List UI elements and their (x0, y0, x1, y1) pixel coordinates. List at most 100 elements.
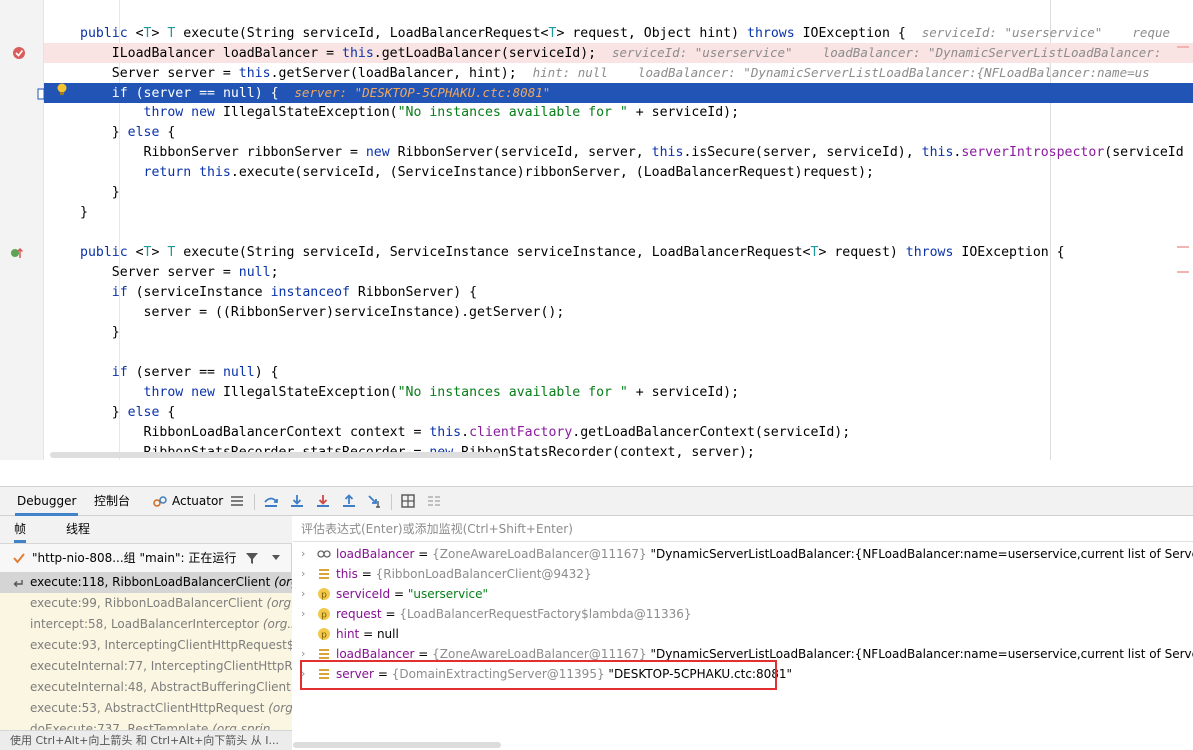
code-token: > (151, 245, 168, 260)
watch-icon (317, 550, 331, 558)
scrollbar-marker[interactable] (1177, 46, 1189, 48)
tab-console[interactable]: 控制台 (92, 487, 132, 516)
field-icon (319, 569, 329, 579)
variable-row[interactable]: › p serviceId = "userservice" (293, 584, 1193, 604)
frame-item[interactable]: execute:118, RibbonLoadBalancerClient (o… (0, 572, 292, 593)
evaluate-expression-icon[interactable] (400, 493, 416, 509)
code-line[interactable]: } else { (44, 403, 1193, 423)
code-token: ILoadBalancer loadBalancer = (80, 46, 343, 61)
code-token: { (167, 125, 176, 140)
code-token: execute(String serviceId, ServiceInstanc… (175, 245, 811, 260)
expand-arrow-icon[interactable]: › (301, 604, 305, 624)
code-line[interactable]: if (serviceInstance instanceof RibbonSer… (44, 283, 1193, 303)
code-editor[interactable]: public <T> T execute(String serviceId, L… (0, 0, 1193, 460)
scrollbar-marker[interactable] (1177, 246, 1189, 248)
code-token: (server == (135, 365, 223, 380)
debug-toolbar: Debugger 控制台 Actuator (0, 486, 1193, 516)
variable-row[interactable]: › loadBalancer = {ZoneAwareLoadBalancer@1… (293, 544, 1193, 564)
tab-frames[interactable]: 帧 (14, 516, 27, 543)
expand-arrow-icon[interactable]: › (301, 584, 305, 604)
frame-item[interactable]: execute:53, AbstractClientHttpRequest (o… (0, 698, 292, 719)
code-line[interactable]: RibbonServer ribbonServer = new RibbonSe… (44, 143, 1193, 163)
editor-horizontal-scrollbar[interactable] (50, 452, 500, 458)
code-token: RibbonServer) { (357, 285, 478, 300)
tab-debugger[interactable]: Debugger (15, 487, 79, 516)
code-line[interactable]: public <T> T execute(String serviceId, S… (44, 243, 1193, 263)
code-token: > request, Object hint) (556, 26, 748, 41)
frame-method: execute:53, AbstractClientHttpRequest (30, 701, 265, 715)
frame-item[interactable]: execute:93, InterceptingClientHttpReques… (0, 635, 292, 656)
code-token: throw new (143, 105, 223, 120)
code-token: .getLoadBalancer(serviceId); (373, 46, 612, 61)
code-token: } (80, 205, 88, 220)
frame-item[interactable]: executeInternal:77, InterceptingClientHt… (0, 656, 292, 677)
intention-bulb-icon[interactable] (55, 82, 69, 96)
code-line[interactable]: throw new IllegalStateException("No inst… (44, 383, 1193, 403)
step-over-icon[interactable] (263, 493, 279, 509)
code-line[interactable]: } (44, 323, 1193, 343)
code-line[interactable]: server = ((RibbonServer)serviceInstance)… (44, 303, 1193, 323)
code-token: throws (905, 245, 962, 260)
variable-row[interactable]: › p request = {LoadBalancerRequestFactory$… (293, 604, 1193, 624)
editor-gutter[interactable] (0, 0, 45, 460)
run-to-cursor-icon[interactable] (367, 493, 383, 509)
code-line[interactable]: RibbonLoadBalancerContext context = this… (44, 423, 1193, 443)
frame-package: (org.s (274, 575, 292, 589)
code-token: this (651, 145, 684, 160)
tab-actuator[interactable]: Actuator (170, 487, 225, 516)
code-token: IOException { (961, 245, 1065, 260)
chevron-down-icon[interactable] (271, 554, 281, 562)
variable-name: loadBalancer (336, 647, 415, 661)
code-token: serviceId: "userservice" loadBalancer: "… (611, 45, 1162, 60)
code-line[interactable]: } else { (44, 123, 1193, 143)
code-line[interactable]: if (server == null) { (44, 363, 1193, 383)
frame-item[interactable]: executeInternal:48, AbstractBufferingCli… (0, 677, 292, 698)
override-icon[interactable] (10, 246, 24, 260)
code-line[interactable]: Server server = null; (44, 263, 1193, 283)
code-token: } (80, 325, 120, 340)
code-token: serverIntrospector (961, 145, 1105, 160)
code-token: if (111, 86, 136, 101)
code-token: > (151, 26, 168, 41)
variable-row[interactable]: › this = {RibbonLoadBalancerClient@9432} (293, 564, 1193, 584)
code-line[interactable]: ILoadBalancer loadBalancer = this.getLoa… (44, 43, 1193, 63)
frame-item[interactable]: intercept:58, LoadBalancerInterceptor (o… (0, 614, 292, 635)
force-step-into-icon[interactable] (315, 493, 331, 509)
filter-icon[interactable] (245, 551, 259, 565)
frame-item[interactable]: execute:99, RibbonLoadBalancerClient (or… (0, 593, 292, 614)
trace-icon[interactable] (426, 493, 442, 509)
variable-value: "DynamicServerListLoadBalancer:{NFLoadBa… (650, 647, 1193, 661)
expand-arrow-icon[interactable]: › (301, 564, 305, 584)
code-line[interactable]: } (44, 203, 1193, 223)
thread-selector[interactable]: "http-nio-808...组 "main": 正在运行 (0, 546, 292, 570)
code-line[interactable]: public <T> T execute(String serviceId, L… (44, 23, 1193, 43)
code-line[interactable]: throw new IllegalStateException("No inst… (44, 103, 1193, 123)
code-token: new (365, 145, 398, 160)
variable-text: this = {RibbonLoadBalancerClient@9432} (336, 567, 592, 581)
code-area[interactable]: public <T> T execute(String serviceId, L… (44, 0, 1193, 460)
variable-row[interactable]: p hint = null (293, 624, 1193, 644)
code-line[interactable] (44, 223, 1193, 243)
menu-icon[interactable] (229, 493, 245, 509)
step-out-icon[interactable] (341, 493, 357, 509)
variables-horizontal-scrollbar[interactable] (293, 742, 501, 748)
code-line[interactable]: } (44, 183, 1193, 203)
tab-threads[interactable]: 线程 (66, 516, 90, 543)
code-line[interactable]: return this.execute(serviceId, (ServiceI… (44, 163, 1193, 183)
variable-name: hint (336, 627, 360, 641)
code-line[interactable] (44, 343, 1193, 363)
return-arrow-icon (13, 580, 23, 587)
scrollbar-marker[interactable] (1177, 271, 1189, 273)
code-token: "No instances available for " (397, 105, 628, 120)
code-token: null (238, 265, 271, 280)
code-line[interactable]: if (server == null) { server: "DESKTOP-5… (44, 83, 1193, 103)
code-line[interactable]: Server server = this.getServer(loadBalan… (44, 63, 1193, 83)
evaluate-expression-input[interactable]: 评估表达式(Enter)或添加监视(Ctrl+Shift+Enter) (293, 516, 1193, 542)
check-icon (13, 553, 25, 564)
step-into-icon[interactable] (289, 493, 305, 509)
expand-arrow-icon[interactable]: › (301, 544, 305, 564)
breakpoint-icon[interactable] (12, 46, 26, 60)
